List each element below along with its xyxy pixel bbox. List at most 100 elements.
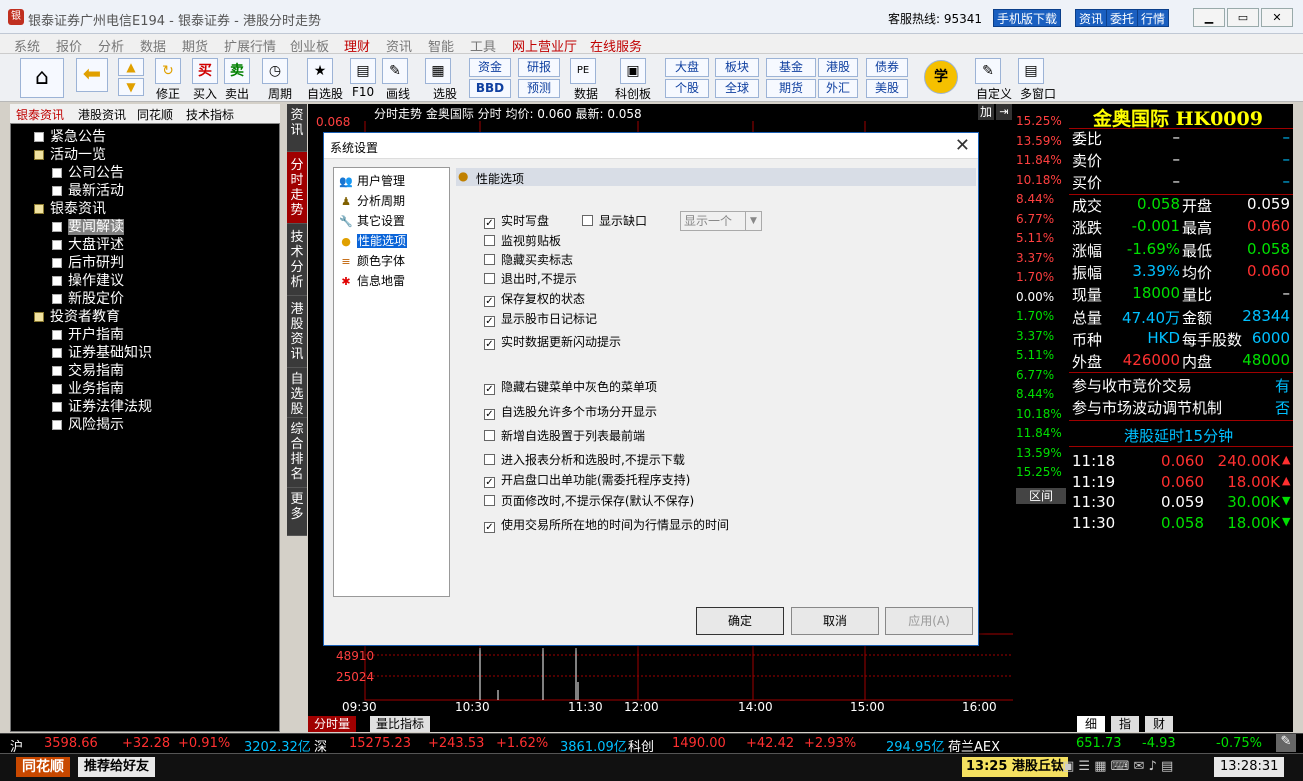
- apply-button[interactable]: 应用(A): [885, 607, 973, 635]
- footer-icons[interactable]: ▣ ☰ ▦ ⌨ ✉ ♪ ▤: [1062, 759, 1173, 774]
- stock-picker-icon[interactable]: ▦: [425, 58, 451, 84]
- ths-brand[interactable]: 同花顺: [16, 757, 70, 777]
- vtab-more[interactable]: 更多: [287, 488, 307, 536]
- tab-yintai-news[interactable]: 银泰资讯: [16, 106, 64, 123]
- menu-tools[interactable]: 工具: [470, 36, 496, 55]
- custom-icon[interactable]: ✎: [975, 58, 1001, 84]
- vtab-intraday[interactable]: 分时走势: [287, 152, 307, 224]
- tab-finance[interactable]: 财: [1145, 716, 1174, 732]
- menu-data[interactable]: 数据: [140, 36, 166, 55]
- learn-button[interactable]: 学: [924, 60, 958, 94]
- settings-category-item[interactable]: ♟ 分析周期: [338, 192, 405, 209]
- cancel-button[interactable]: 取消: [791, 607, 879, 635]
- star-market-icon[interactable]: ▣: [620, 58, 646, 84]
- news-ticker[interactable]: 13:25 港股丘钛: [962, 757, 1068, 777]
- option-checkbox[interactable]: ✓ 实时数据更新闪动提示: [484, 333, 621, 350]
- option-checkbox[interactable]: ✓ 自选股允许多个市场分开显示: [484, 403, 657, 420]
- bond-button[interactable]: 债券: [866, 58, 908, 77]
- sell-button[interactable]: 卖: [224, 58, 250, 84]
- favorites-star-icon[interactable]: ★: [307, 58, 333, 84]
- tree-item[interactable]: 后市研判: [52, 252, 124, 272]
- down-arrow-icon[interactable]: ▼: [118, 78, 144, 96]
- period-clock-icon[interactable]: ◷: [262, 58, 288, 84]
- option-checkbox[interactable]: ✓ 隐藏右键菜单中灰色的菜单项: [484, 378, 657, 395]
- us-stock-button[interactable]: 美股: [866, 79, 908, 98]
- menu-info[interactable]: 资讯: [386, 36, 412, 55]
- mobile-download-button[interactable]: 手机版下载: [993, 9, 1062, 27]
- vtab-hk-news[interactable]: 港股资讯: [287, 296, 307, 368]
- up-arrow-icon[interactable]: ▲: [118, 58, 144, 76]
- tab-ths[interactable]: 同花顺: [137, 106, 173, 123]
- tab-index[interactable]: 指: [1111, 716, 1140, 732]
- home-icon[interactable]: ⌂: [20, 58, 64, 98]
- vtab-technical[interactable]: 技术分析: [287, 224, 307, 296]
- futures-button[interactable]: 期货: [766, 79, 816, 98]
- news-button[interactable]: 资讯: [1075, 9, 1108, 27]
- tree-item[interactable]: 开户指南: [52, 324, 124, 344]
- option-checkbox[interactable]: 退出时,不提示: [484, 270, 577, 287]
- forex-button[interactable]: 外汇: [818, 79, 858, 98]
- vtab-news[interactable]: 资讯: [287, 104, 307, 152]
- stock-button[interactable]: 个股: [665, 79, 709, 98]
- close-window-button[interactable]: ✕: [1261, 8, 1293, 27]
- zone-button[interactable]: 区间: [1016, 488, 1066, 504]
- minimize-button[interactable]: ▁: [1193, 8, 1225, 27]
- menu-online-service[interactable]: 在线服务: [590, 36, 642, 55]
- expand-arrow-icon[interactable]: ⇥: [996, 104, 1012, 120]
- tree-item[interactable]: 银泰资讯: [34, 198, 106, 218]
- back-arrow-icon[interactable]: ⬅: [76, 58, 108, 92]
- funds-button[interactable]: 基金: [766, 58, 816, 77]
- tab-volume[interactable]: 分时量: [308, 716, 357, 732]
- tab-volume-ratio[interactable]: 量比指标: [370, 716, 431, 732]
- sector-button[interactable]: 板块: [715, 58, 759, 77]
- wrench-icon[interactable]: ✎: [1276, 734, 1296, 752]
- option-checkbox[interactable]: 监视剪贴板: [484, 232, 561, 249]
- tab-hk-news[interactable]: 港股资讯: [78, 106, 126, 123]
- f10-document-icon[interactable]: ▤: [350, 58, 376, 84]
- tree-item[interactable]: 风险揭示: [52, 414, 124, 434]
- recommend-button[interactable]: 推荐给好友: [78, 757, 156, 777]
- option-checkbox[interactable]: 页面修改时,不提示保存(默认不保存): [484, 492, 694, 509]
- option-checkbox[interactable]: ✓ 实时写盘: [484, 212, 549, 229]
- tree-item[interactable]: 投资者教育: [34, 306, 120, 326]
- vtab-ranking[interactable]: 综合排名: [287, 418, 307, 488]
- tree-item[interactable]: 新股定价: [52, 288, 124, 308]
- option-checkbox[interactable]: 新增自选股置于列表最前端: [484, 427, 645, 444]
- settings-category-item[interactable]: 👥 用户管理: [338, 172, 405, 189]
- maximize-button[interactable]: ▭: [1227, 8, 1259, 27]
- tree-item[interactable]: 公司公告: [52, 162, 124, 182]
- ok-button[interactable]: 确定: [696, 607, 784, 635]
- menu-smart[interactable]: 智能: [428, 36, 454, 55]
- menu-quote[interactable]: 报价: [56, 36, 82, 55]
- tree-item[interactable]: 大盘评述: [52, 234, 124, 254]
- menu-futures[interactable]: 期货: [182, 36, 208, 55]
- menu-extended[interactable]: 扩展行情: [224, 36, 276, 55]
- dialog-close-icon[interactable]: ✕: [955, 135, 970, 156]
- tree-item[interactable]: 操作建议: [52, 270, 124, 290]
- menu-gem[interactable]: 创业板: [290, 36, 329, 55]
- option-checkbox[interactable]: 隐藏买卖标志: [484, 251, 573, 268]
- quote-button[interactable]: 行情: [1137, 9, 1170, 27]
- settings-category-item[interactable]: 🔧 其它设置: [338, 212, 405, 229]
- tree-item[interactable]: 活动一览: [34, 144, 106, 164]
- tree-item[interactable]: 交易指南: [52, 360, 124, 380]
- menu-online-hall[interactable]: 网上营业厅: [512, 36, 577, 55]
- option-checkbox[interactable]: ✓ 开启盘口出单功能(需委托程序支持): [484, 471, 690, 488]
- settings-category-item[interactable]: ✱ 信息地雷: [338, 272, 405, 289]
- draw-pencil-icon[interactable]: ✎: [382, 58, 408, 84]
- tree-item[interactable]: 要闻解读: [52, 216, 124, 236]
- menu-analysis[interactable]: 分析: [98, 36, 124, 55]
- global-button[interactable]: 全球: [715, 79, 759, 98]
- settings-category-item[interactable]: ≡ 颜色字体: [338, 252, 405, 269]
- add-button[interactable]: 加: [978, 104, 994, 120]
- correct-icon[interactable]: ↻: [155, 58, 181, 84]
- option-checkbox[interactable]: ✓ 保存复权的状态: [484, 290, 585, 307]
- gap-count-select[interactable]: 显示一个 ▼: [680, 211, 762, 231]
- tree-item[interactable]: 业务指南: [52, 378, 124, 398]
- index-status-bar[interactable]: 沪 3598.66 +32.28 +0.91% 3202.32亿 深 15275…: [0, 733, 1303, 755]
- pe-icon[interactable]: PE: [570, 58, 596, 84]
- tab-detail[interactable]: 细: [1077, 716, 1106, 732]
- tree-item[interactable]: 最新活动: [52, 180, 124, 200]
- option-checkbox[interactable]: ✓ 显示股市日记标记: [484, 310, 597, 327]
- hk-stock-button[interactable]: 港股: [818, 58, 858, 77]
